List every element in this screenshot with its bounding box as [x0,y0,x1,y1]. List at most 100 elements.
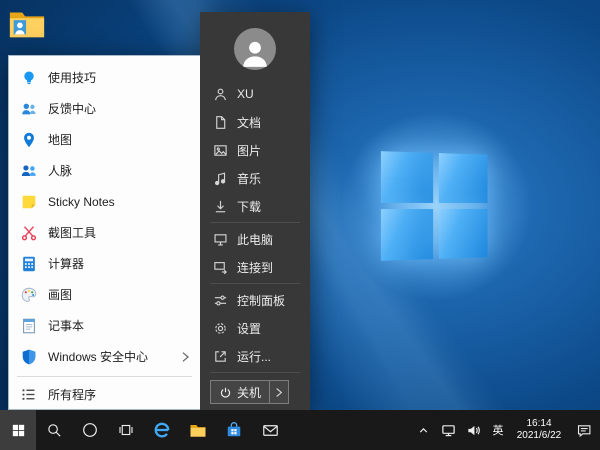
notepad-icon [19,316,38,335]
logo-pane [381,151,433,203]
start-item-user-folder[interactable]: XU [200,80,310,108]
start-item-people[interactable]: 人脉 [9,155,200,186]
clock-time: 16:14 [526,418,551,431]
task-view-icon [117,421,135,439]
menu-separator [210,372,300,373]
start-item-run[interactable]: 运行... [200,342,310,370]
start-item-this-pc[interactable]: 此电脑 [200,225,310,253]
shutdown-options-button[interactable] [269,381,288,403]
action-center-icon [576,422,592,438]
start-item-label: 文档 [237,114,261,131]
start-item-label: 画图 [48,286,72,303]
menu-separator [17,376,192,377]
start-item-label: 此电脑 [237,231,273,248]
mail-envelope-icon [261,421,280,440]
connect-icon [212,259,228,275]
mail-taskbar-button[interactable] [252,410,288,450]
windows-hero-logo [381,151,488,261]
volume-tray-button[interactable] [461,410,486,450]
start-item-snipping-tool[interactable]: 截图工具 [9,217,200,248]
start-item-paint[interactable]: 画图 [9,279,200,310]
start-item-label: 下载 [237,198,261,215]
tray-expand-button[interactable] [411,410,436,450]
start-item-feedback-hub[interactable]: 反馈中心 [9,93,200,124]
start-item-connect-to[interactable]: 连接到 [200,253,310,281]
start-button[interactable] [0,410,36,450]
start-item-label: 设置 [237,320,261,337]
computer-icon [212,231,228,247]
taskbar-clock[interactable]: 16:14 2021/6/22 [510,410,568,450]
people-icon [19,161,38,180]
store-bag-icon [224,420,244,440]
start-item-pictures[interactable]: 图片 [200,136,310,164]
start-item-label: 使用技巧 [48,69,96,86]
user-avatar[interactable] [234,28,276,70]
shutdown-button[interactable]: 关机 [210,380,289,404]
menu-separator [210,283,300,284]
folder-icon [188,420,208,440]
start-item-label: 截图工具 [48,224,96,241]
cortana-button[interactable] [72,410,108,450]
start-item-label: 计算器 [48,255,84,272]
shutdown-label: 关机 [237,384,261,401]
search-icon [46,422,63,439]
system-tray: 英 16:14 2021/6/22 [411,410,600,450]
action-center-button[interactable] [568,410,600,450]
start-item-label: 记事本 [48,317,84,334]
ime-indicator[interactable]: 英 [486,410,510,450]
start-item-settings[interactable]: 设置 [200,314,310,342]
user-icon [212,86,228,102]
start-item-label: 控制面板 [237,292,285,309]
lightbulb-icon [19,68,38,87]
download-icon [212,198,228,214]
start-item-windows-security[interactable]: Windows 安全中心 [9,341,200,372]
logo-pane [439,209,488,259]
scissors-icon [19,223,38,242]
start-item-label: 地图 [48,131,72,148]
map-pin-icon [19,130,38,149]
start-item-music[interactable]: 音乐 [200,164,310,192]
start-menu-apps-panel: 使用技巧 反馈中心 地图 人脉 [8,55,200,410]
chevron-right-icon [181,351,190,363]
start-item-downloads[interactable]: 下载 [200,192,310,220]
menu-separator [210,222,300,223]
list-icon [19,385,38,404]
start-item-sticky-notes[interactable]: Sticky Notes [9,186,200,217]
logo-pane [439,153,488,203]
start-item-tips[interactable]: 使用技巧 [9,62,200,93]
control-panel-icon [212,292,228,308]
start-item-label: 音乐 [237,170,261,187]
feedback-icon [19,99,38,118]
start-menu: 使用技巧 反馈中心 地图 人脉 [0,0,320,412]
network-icon [441,423,456,438]
task-view-button[interactable] [108,410,144,450]
network-tray-button[interactable] [436,410,461,450]
all-programs-label: 所有程序 [48,386,96,403]
calculator-icon [19,254,38,273]
chevron-up-icon [417,424,430,437]
document-icon [212,114,228,130]
sticky-note-icon [19,192,38,211]
start-item-maps[interactable]: 地图 [9,124,200,155]
music-note-icon [212,170,228,186]
cortana-circle-icon [81,421,99,439]
start-item-notepad[interactable]: 记事本 [9,310,200,341]
windows-logo-icon [10,422,27,439]
edge-taskbar-button[interactable] [144,410,180,450]
start-item-label: 连接到 [237,259,273,276]
logo-pane [381,209,433,261]
start-item-calculator[interactable]: 计算器 [9,248,200,279]
user-name: XU [237,87,254,101]
search-button[interactable] [36,410,72,450]
power-icon [219,386,232,399]
all-programs-button[interactable]: 所有程序 [9,379,200,409]
start-item-label: 反馈中心 [48,100,96,117]
start-item-label: 运行... [237,348,271,365]
start-item-control-panel[interactable]: 控制面板 [200,286,310,314]
file-explorer-taskbar-button[interactable] [180,410,216,450]
start-item-documents[interactable]: 文档 [200,108,310,136]
start-item-label: Windows 安全中心 [48,348,148,365]
clock-date: 2021/6/22 [517,430,562,443]
store-taskbar-button[interactable] [216,410,252,450]
start-menu-places-panel: XU 文档 图片 音乐 [200,12,310,410]
